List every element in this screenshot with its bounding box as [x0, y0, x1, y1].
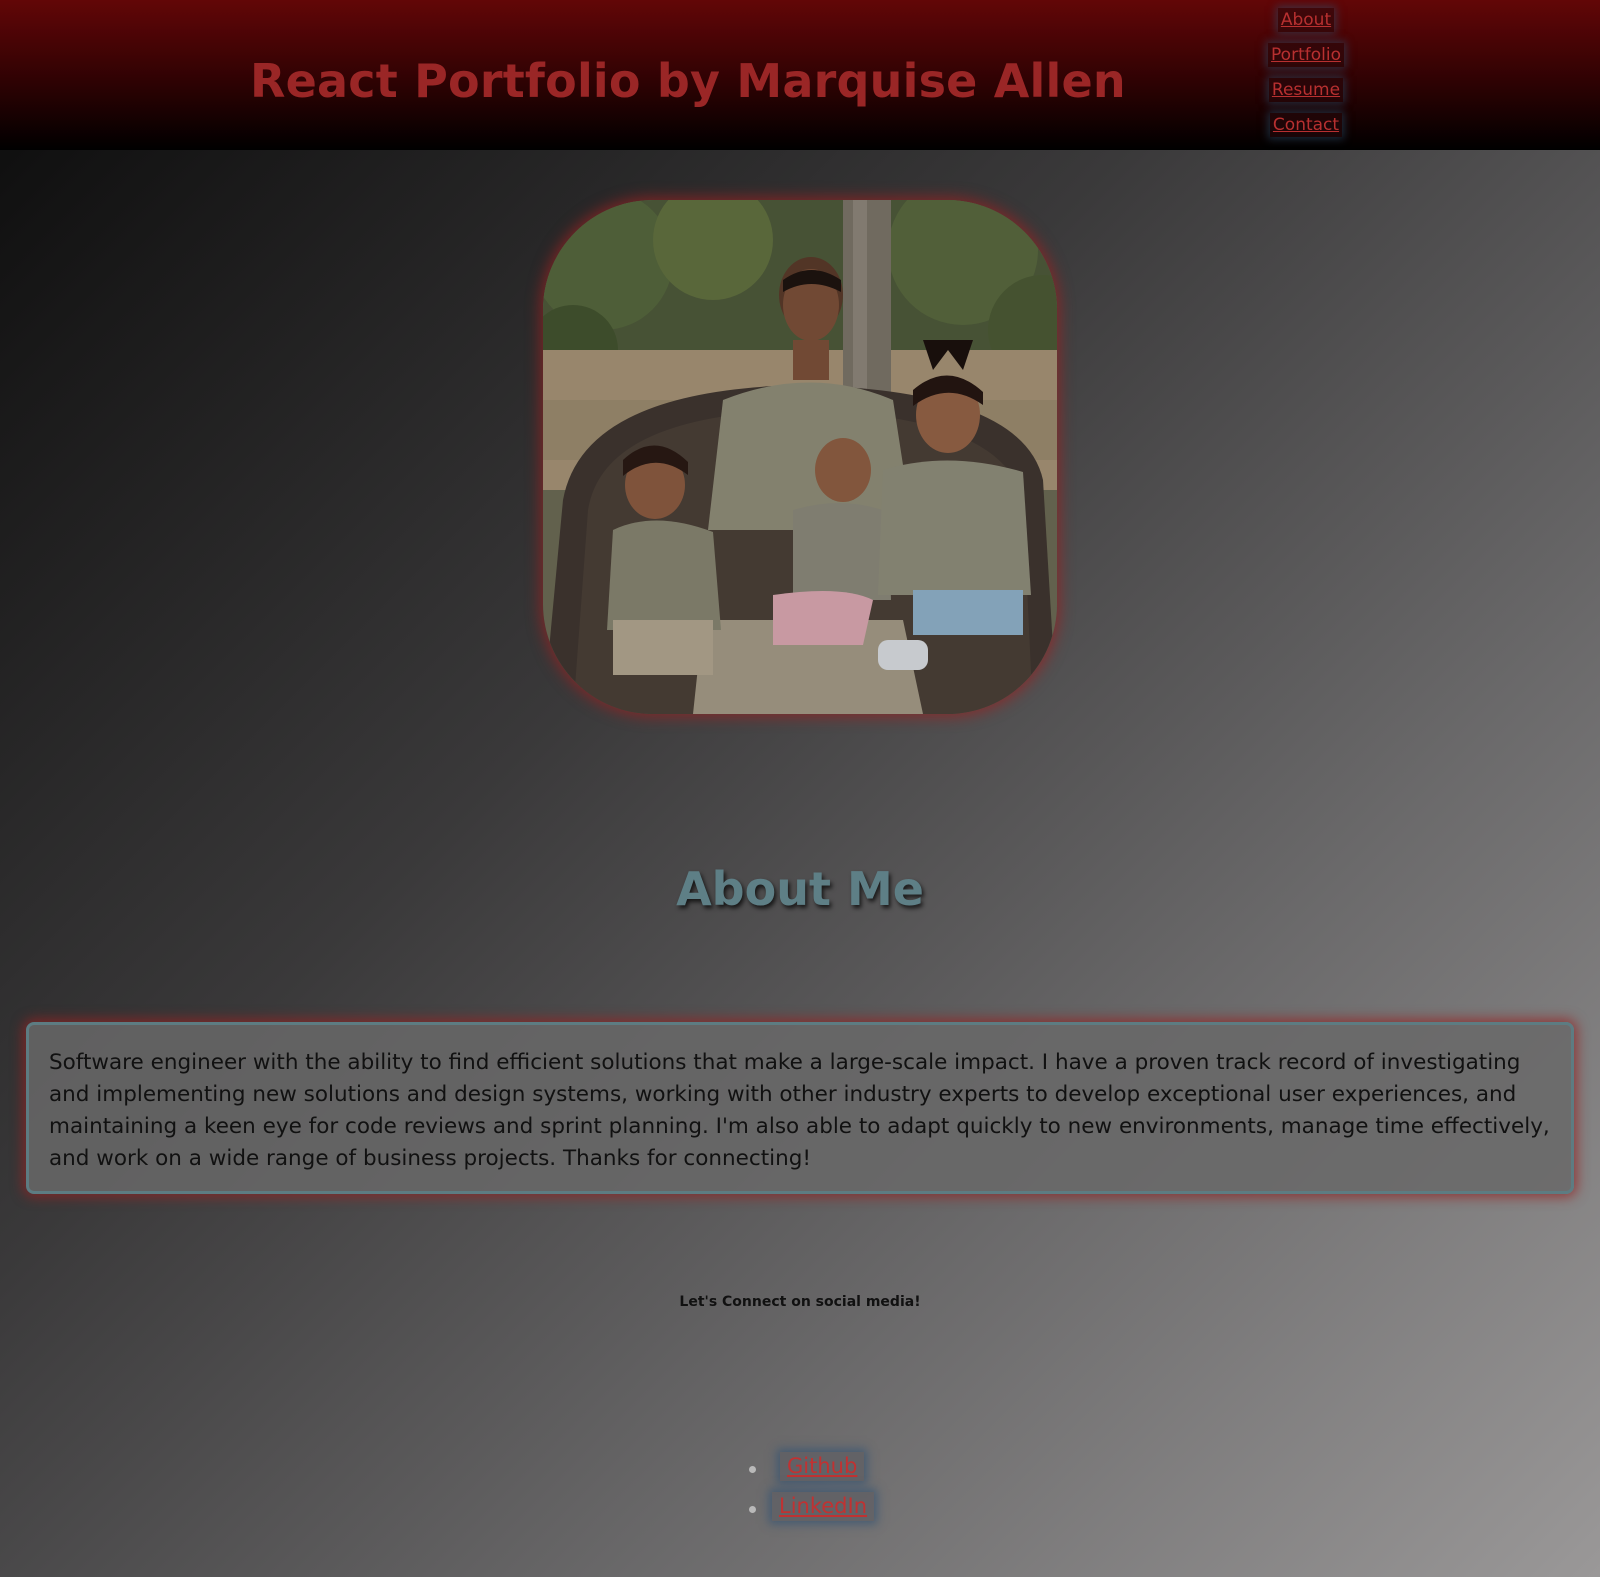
github-link[interactable]: Github — [780, 1452, 865, 1481]
about-heading: About Me — [676, 862, 924, 916]
profile-photo — [543, 200, 1057, 714]
site-header: React Portfolio by Marquise Allen About … — [0, 0, 1600, 150]
social-list-item: Github — [0, 1452, 1600, 1492]
main-nav: About Portfolio Resume Contact — [1266, 8, 1346, 137]
nav-link-portfolio[interactable]: Portfolio — [1268, 43, 1344, 67]
nav-link-contact[interactable]: Contact — [1269, 113, 1343, 137]
bio-card: Software engineer with the ability to fi… — [26, 1022, 1574, 1194]
bio-text: Software engineer with the ability to fi… — [49, 1050, 1550, 1171]
nav-link-resume[interactable]: Resume — [1268, 78, 1344, 102]
site-title: React Portfolio by Marquise Allen — [250, 54, 1126, 108]
bullet-icon — [749, 1506, 756, 1513]
nav-link-about[interactable]: About — [1277, 8, 1335, 32]
social-links-list: Github LinkedIn — [0, 1452, 1600, 1532]
bullet-icon — [749, 1466, 756, 1473]
family-photo-image — [543, 200, 1057, 714]
social-list-item: LinkedIn — [0, 1492, 1600, 1532]
linkedin-link[interactable]: LinkedIn — [772, 1492, 875, 1521]
social-connect-label: Let's Connect on social media! — [679, 1294, 921, 1310]
